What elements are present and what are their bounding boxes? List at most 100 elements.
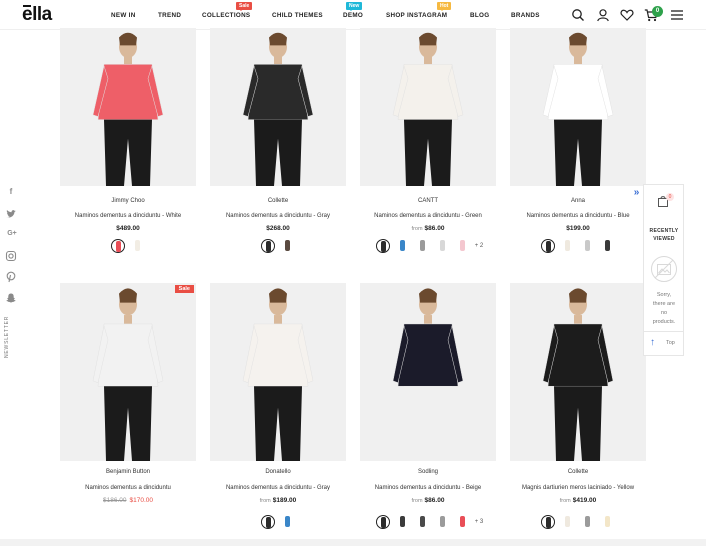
color-swatch[interactable] (436, 515, 450, 529)
product-title[interactable]: Naminos dementus a dinciduntu - Gray (204, 485, 352, 491)
color-swatch[interactable] (561, 239, 575, 253)
product-image[interactable] (510, 283, 646, 461)
product-vendor[interactable]: Jimmy Choo (60, 198, 196, 204)
color-swatch[interactable] (581, 515, 595, 529)
empty-message-line4: products. (652, 319, 676, 325)
color-swatch[interactable] (541, 239, 555, 253)
color-swatch[interactable] (111, 239, 125, 253)
product-price: from $419.00 (510, 497, 646, 504)
back-to-top-label: Top (666, 340, 675, 346)
back-to-top-button[interactable]: ↑ Top (650, 337, 680, 351)
color-swatches (210, 515, 346, 531)
more-swatches-count[interactable]: + 3 (475, 519, 484, 525)
nav-item-shop-instagram[interactable]: SHOP INSTAGRAM (386, 12, 447, 19)
product-image[interactable] (210, 283, 346, 461)
product-title[interactable]: Naminos dementus a dinciduntu - Beige (354, 485, 502, 491)
product-vendor[interactable]: Collette (210, 198, 346, 204)
user-icon[interactable] (596, 8, 610, 22)
current-price: $86.00 (424, 497, 445, 504)
swatch-color (439, 516, 445, 527)
heart-icon[interactable] (620, 8, 634, 22)
product-card[interactable]: Sodling Naminos dementus a dinciduntu - B… (360, 283, 496, 529)
menu-icon[interactable] (670, 8, 684, 22)
swatch-color (565, 516, 570, 527)
color-swatch[interactable] (261, 239, 275, 253)
product-image[interactable]: Sale (60, 283, 196, 461)
color-swatch[interactable] (375, 239, 390, 253)
search-icon[interactable] (571, 8, 585, 22)
product-title[interactable]: Naminos dementus a dinciduntu (54, 485, 202, 491)
hot-badge: Hot (437, 2, 452, 11)
instagram-icon[interactable] (5, 250, 17, 262)
product-vendor[interactable]: CANTT (360, 198, 496, 204)
color-swatch[interactable] (601, 239, 615, 253)
nav-item-child-themes[interactable]: CHILD THEMES (272, 12, 323, 19)
product-image[interactable] (360, 28, 496, 186)
color-swatch[interactable] (131, 239, 145, 253)
color-swatch[interactable] (396, 515, 410, 529)
color-swatch[interactable] (601, 515, 615, 529)
product-price: $489.00 (60, 225, 196, 232)
color-swatch[interactable] (416, 515, 430, 529)
more-swatches-count[interactable]: + 2 (475, 243, 484, 249)
color-swatch[interactable] (456, 515, 470, 529)
product-vendor[interactable]: Benjamin Button (60, 469, 196, 475)
color-swatches: + 2 (360, 239, 496, 255)
product-vendor[interactable]: Donatello (210, 469, 346, 475)
snapchat-icon[interactable] (5, 292, 17, 304)
color-swatches (210, 239, 346, 255)
product-title[interactable]: Naminos dementus a dinciduntu - Green (354, 213, 502, 219)
twitter-icon[interactable] (5, 208, 17, 220)
product-image[interactable] (360, 283, 496, 461)
product-image[interactable] (60, 28, 196, 186)
color-swatch[interactable] (561, 515, 575, 529)
color-swatch[interactable] (281, 515, 295, 529)
product-title[interactable]: Magnis dartiurien meros laciniado - Yell… (504, 485, 652, 491)
product-card[interactable]: CANTT Naminos dementus a dinciduntu - Gre… (360, 28, 496, 268)
product-image[interactable] (210, 28, 346, 186)
product-card[interactable]: Sale Benjamin Button Naminos dementus a di… (60, 283, 196, 523)
price-from-label: from (411, 498, 423, 504)
color-swatch[interactable] (281, 239, 295, 253)
product-title[interactable]: Naminos dementus a dinciduntu - White (54, 213, 202, 219)
color-swatches (60, 239, 196, 255)
swatch-color (605, 240, 610, 251)
product-vendor[interactable]: Sodling (360, 469, 496, 475)
product-card[interactable]: Collette Magnis dartiurien meros laciniad… (510, 283, 646, 529)
product-card[interactable]: Jimmy Choo Naminos dementus a dinciduntu … (60, 28, 196, 268)
current-price: $489.00 (116, 225, 140, 232)
nav-item-brands[interactable]: BRANDS (511, 12, 540, 19)
facebook-icon[interactable]: f (5, 186, 17, 198)
color-swatch[interactable] (456, 239, 470, 253)
newsletter-tab[interactable]: NEWSLETTER (4, 316, 10, 358)
nav-item-demo[interactable]: DEMO (343, 12, 363, 19)
swatch-color (419, 516, 425, 527)
color-swatch[interactable] (261, 515, 275, 529)
product-vendor[interactable]: Anna (510, 198, 646, 204)
product-title[interactable]: Naminos dementus a dinciduntu - Blue (504, 213, 652, 219)
swatch-color (546, 517, 551, 528)
color-swatch[interactable] (396, 239, 410, 253)
arrow-up-icon: ↑ (650, 337, 655, 348)
color-swatch[interactable] (436, 239, 450, 253)
recently-viewed-title-line2: VIEWED (653, 236, 675, 242)
color-swatch[interactable] (375, 515, 390, 529)
current-price: $419.00 (572, 497, 597, 504)
nav-item-blog[interactable]: BLOG (470, 12, 489, 19)
nav-item-trend[interactable]: TREND (158, 12, 181, 19)
product-title[interactable]: Naminos dementus a dinciduntu - Gray (204, 213, 352, 219)
pinterest-icon[interactable] (5, 271, 17, 283)
color-swatch[interactable] (541, 515, 555, 529)
product-image[interactable] (510, 28, 646, 186)
double-chevron-icon[interactable]: » (630, 186, 643, 200)
product-card[interactable]: Donatello Naminos dementus a dinciduntu -… (210, 283, 346, 529)
color-swatch[interactable] (581, 239, 595, 253)
color-swatch[interactable] (416, 239, 430, 253)
nav-item-new-in[interactable]: NEW IN (111, 12, 136, 19)
nav-item-collections[interactable]: COLLECTIONS (202, 12, 250, 19)
old-price: $186.00 (103, 497, 127, 504)
product-card[interactable]: Collette Naminos dementus a dinciduntu - … (210, 28, 346, 268)
google-plus-icon[interactable]: G+ (6, 228, 18, 240)
product-card[interactable]: Anna Naminos dementus a dinciduntu - Blue… (510, 28, 646, 268)
product-vendor[interactable]: Collette (510, 469, 646, 475)
